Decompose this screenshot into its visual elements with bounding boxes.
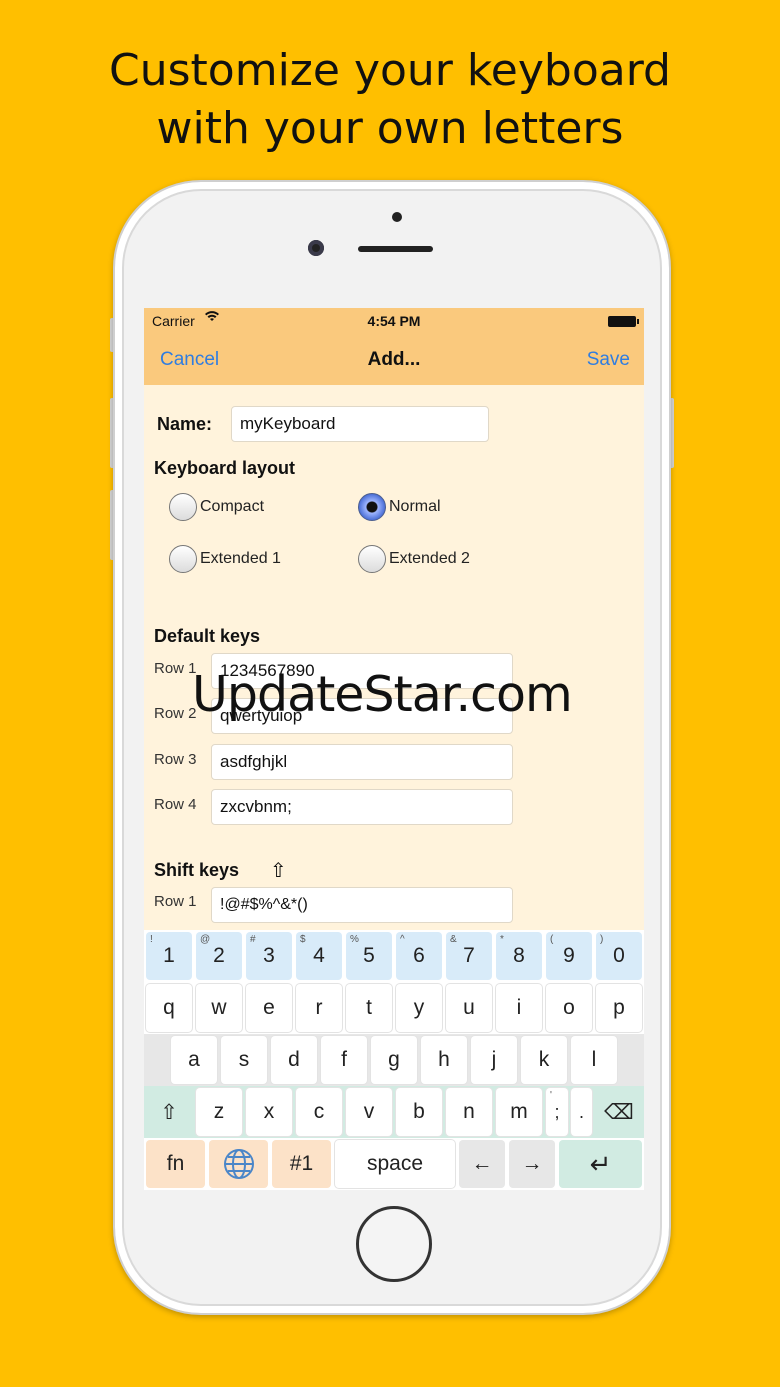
radio-label-compact: Compact bbox=[200, 498, 265, 515]
shift-key[interactable]: ⇧ bbox=[146, 1088, 192, 1136]
key-0[interactable]: ) 0 bbox=[596, 932, 642, 980]
space-key[interactable]: space bbox=[335, 1140, 455, 1188]
key-i[interactable]: i bbox=[496, 984, 542, 1032]
key-j[interactable]: j bbox=[471, 1036, 517, 1084]
key-v[interactable]: v bbox=[346, 1088, 392, 1136]
headline-line-1: Customize your keyboard bbox=[109, 45, 671, 96]
name-field[interactable]: myKeyboard bbox=[231, 406, 489, 442]
name-label: Name: bbox=[157, 414, 213, 434]
home-button[interactable] bbox=[356, 1206, 432, 1282]
shift-row-label: Row 1 bbox=[154, 893, 197, 910]
globe-icon bbox=[223, 1149, 254, 1179]
default-row-label: Row 3 bbox=[154, 751, 197, 768]
nav-bar: Cancel Add... Save bbox=[144, 338, 644, 385]
key-d[interactable]: d bbox=[271, 1036, 317, 1084]
default-row-3-field[interactable]: asdfghjkl bbox=[211, 744, 513, 780]
key-t[interactable]: t bbox=[346, 984, 392, 1032]
battery-icon bbox=[608, 316, 639, 327]
key-semicolon[interactable]: '; bbox=[546, 1088, 568, 1136]
default-row-label: Row 4 bbox=[154, 796, 197, 813]
status-bar: Carrier 4:54 PM bbox=[144, 308, 644, 338]
radio-normal[interactable] bbox=[358, 493, 386, 521]
shift-keys-heading: Shift keys bbox=[154, 860, 240, 880]
key-h[interactable]: h bbox=[421, 1036, 467, 1084]
key-n[interactable]: n bbox=[446, 1088, 492, 1136]
key-6[interactable]: ^ 6 bbox=[396, 932, 442, 980]
screen: Carrier 4:54 PM Cancel Add... Save Name:… bbox=[144, 308, 644, 1190]
key-9[interactable]: (9 bbox=[546, 932, 592, 980]
key-k[interactable]: k bbox=[521, 1036, 567, 1084]
key-1[interactable]: ! 1 bbox=[146, 932, 192, 980]
right-arrow-key[interactable]: → bbox=[509, 1140, 555, 1188]
radio-extended-1[interactable] bbox=[169, 545, 197, 573]
left-arrow-key[interactable]: ← bbox=[459, 1140, 505, 1188]
key-u[interactable]: u bbox=[446, 984, 492, 1032]
radio-label-normal: Normal bbox=[389, 498, 441, 515]
shift-row-1-field[interactable]: !@#$%^&*() bbox=[211, 887, 513, 923]
earpiece-speaker bbox=[358, 246, 433, 252]
key-5[interactable]: % 5 bbox=[346, 932, 392, 980]
key-g[interactable]: g bbox=[371, 1036, 417, 1084]
key-f[interactable]: f bbox=[321, 1036, 367, 1084]
watermark: UpdateStar.com bbox=[192, 666, 573, 723]
default-row-label: Row 1 bbox=[154, 660, 197, 677]
shift-arrow-icon: ⇧ bbox=[270, 860, 287, 882]
key-l[interactable]: l bbox=[571, 1036, 617, 1084]
symbols-key[interactable]: #1 bbox=[272, 1140, 331, 1188]
radio-compact[interactable] bbox=[169, 493, 197, 521]
radio-label-extended-1: Extended 1 bbox=[200, 550, 281, 567]
key-m[interactable]: m bbox=[496, 1088, 542, 1136]
key-3[interactable]: #3 bbox=[246, 932, 292, 980]
sensor-dot bbox=[392, 212, 402, 222]
key-4[interactable]: $4 bbox=[296, 932, 342, 980]
globe-key[interactable] bbox=[209, 1140, 268, 1188]
key-7[interactable]: & 7 bbox=[446, 932, 492, 980]
keyboard-layout-heading: Keyboard layout bbox=[154, 458, 296, 478]
key-e[interactable]: e bbox=[246, 984, 292, 1032]
key-c[interactable]: c bbox=[296, 1088, 342, 1136]
key-q[interactable]: q bbox=[146, 984, 192, 1032]
custom-keyboard: ! 1 @2 #3 $4 % 5 ^ 6 & 7 * 8 (9 ) 0 q w e r t … bbox=[144, 930, 644, 1190]
status-time: 4:54 PM bbox=[367, 313, 421, 329]
key-x[interactable]: x bbox=[246, 1088, 292, 1136]
key-2[interactable]: @2 bbox=[196, 932, 242, 980]
key-p[interactable]: p bbox=[596, 984, 642, 1032]
key-a[interactable]: a bbox=[171, 1036, 217, 1084]
key-b[interactable]: b bbox=[396, 1088, 442, 1136]
default-keys-heading: Default keys bbox=[154, 626, 261, 646]
default-row-4-field[interactable]: zxcvbnm; bbox=[211, 789, 513, 825]
key-o[interactable]: o bbox=[546, 984, 592, 1032]
radio-label-extended-2: Extended 2 bbox=[389, 550, 470, 567]
key-r[interactable]: r bbox=[296, 984, 342, 1032]
key-w[interactable]: w bbox=[196, 984, 242, 1032]
key-s[interactable]: s bbox=[221, 1036, 267, 1084]
camera-icon bbox=[308, 240, 324, 256]
nav-title: Add... bbox=[367, 349, 421, 370]
phone-frame: Carrier 4:54 PM Cancel Add... Save Name:… bbox=[113, 180, 671, 1315]
headline: Customize your keyboard with your own le… bbox=[0, 42, 780, 158]
headline-line-2: with your own letters bbox=[156, 103, 624, 154]
backspace-key[interactable]: ⌫ bbox=[596, 1088, 642, 1136]
radio-extended-2[interactable] bbox=[358, 545, 386, 573]
default-row-label: Row 2 bbox=[154, 705, 197, 722]
key-y[interactable]: y bbox=[396, 984, 442, 1032]
key-8[interactable]: * 8 bbox=[496, 932, 542, 980]
key-period[interactable]: . bbox=[571, 1088, 592, 1136]
return-key[interactable]: ↵ bbox=[559, 1140, 642, 1188]
save-button[interactable]: Save bbox=[587, 349, 630, 371]
fn-key[interactable]: fn bbox=[146, 1140, 205, 1188]
key-z[interactable]: z bbox=[196, 1088, 242, 1136]
